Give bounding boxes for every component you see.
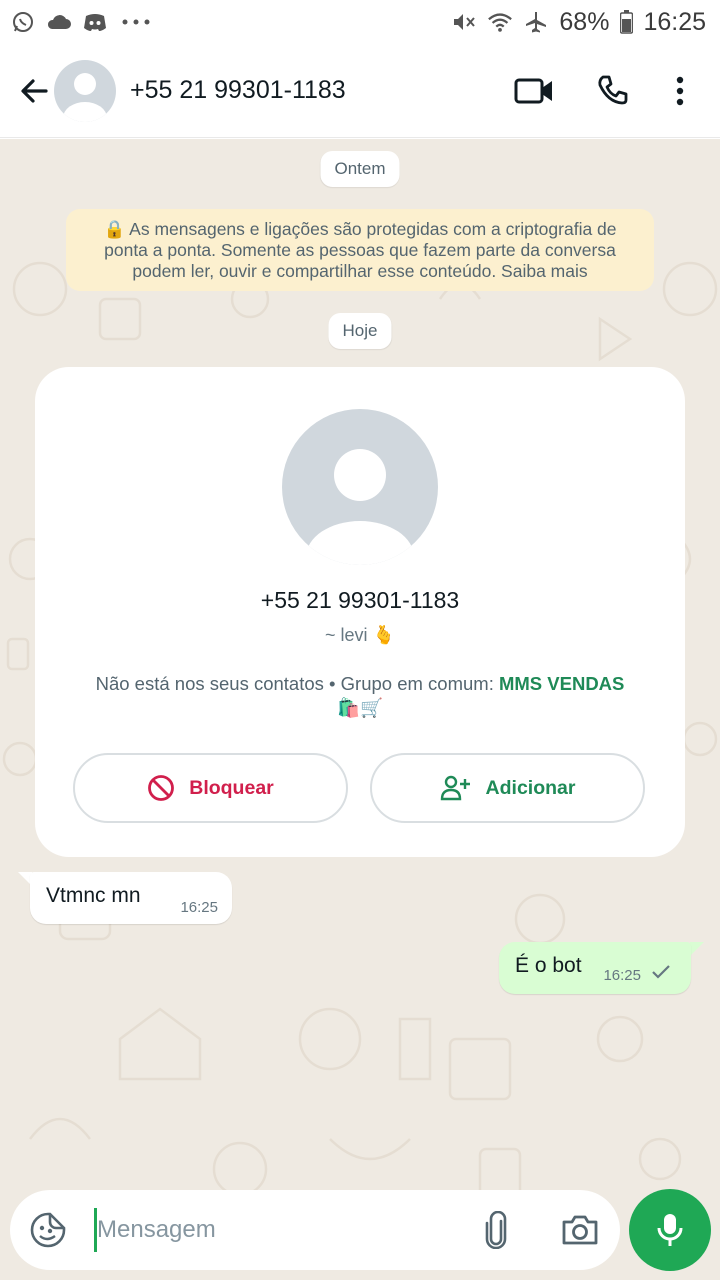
default-avatar-icon xyxy=(306,449,414,565)
chat-area[interactable]: Ontem 🔒 As mensagens e ligações são prot… xyxy=(0,139,720,1280)
discord-icon xyxy=(82,9,108,35)
chat-title[interactable]: +55 21 99301-1183 xyxy=(130,76,504,105)
message-time: 16:25 xyxy=(180,899,218,916)
status-time: 16:25 xyxy=(643,7,706,36)
block-button[interactable]: Bloquear xyxy=(73,753,348,823)
battery-icon xyxy=(619,9,633,35)
chat-header: +55 21 99301-1183 xyxy=(0,44,720,138)
message-text: Vtmnc mn xyxy=(46,884,141,907)
message-time: 16:25 xyxy=(603,967,641,984)
mute-icon xyxy=(451,9,477,35)
not-in-contacts-text: Não está nos seus contatos • Grupo em co… xyxy=(95,673,499,694)
status-bar: 68% 16:25 xyxy=(0,0,720,44)
camera-button[interactable] xyxy=(558,1208,602,1252)
whatsapp-icon xyxy=(10,9,36,35)
date-chip-today: Hoje xyxy=(328,313,392,349)
block-icon xyxy=(148,775,175,801)
voice-message-button[interactable] xyxy=(629,1189,711,1271)
more-options-button[interactable] xyxy=(660,61,700,121)
message-incoming[interactable]: Vtmnc mn 16:25 xyxy=(30,872,232,924)
contact-info-card: +55 21 99301-1183 ~ levi 🫰 Não está nos … xyxy=(35,367,685,857)
more-dots-icon xyxy=(118,9,154,35)
block-button-label: Bloquear xyxy=(189,776,274,799)
message-composer xyxy=(10,1190,620,1270)
back-arrow-icon xyxy=(21,78,48,103)
contact-avatar[interactable] xyxy=(54,59,116,122)
mic-icon xyxy=(657,1214,683,1246)
more-vert-icon xyxy=(676,76,684,105)
sent-check-icon xyxy=(651,962,671,986)
message-outgoing[interactable]: É o bot 16:25 xyxy=(499,942,691,994)
attach-icon xyxy=(485,1211,507,1249)
group-emojis: 🛍️🛒 xyxy=(336,697,384,718)
outgoing-bubble-tail xyxy=(690,942,704,956)
contact-info-text: Não está nos seus contatos • Grupo em co… xyxy=(75,672,645,720)
battery-percent: 68% xyxy=(559,7,610,36)
airplane-icon xyxy=(523,9,549,35)
sticker-icon xyxy=(30,1212,66,1248)
message-text: É o bot xyxy=(515,954,582,977)
contact-push-name: ~ levi 🫰 xyxy=(325,625,395,645)
back-button[interactable] xyxy=(8,65,60,117)
phone-icon xyxy=(598,75,628,104)
add-button-label: Adicionar xyxy=(485,776,576,799)
encryption-notice[interactable]: 🔒 As mensagens e ligações são protegidas… xyxy=(66,209,654,291)
contact-avatar-large[interactable] xyxy=(282,409,438,565)
cloud-icon xyxy=(46,9,72,35)
message-input[interactable] xyxy=(94,1208,454,1252)
video-call-button[interactable] xyxy=(504,61,564,121)
wifi-icon xyxy=(487,9,513,35)
date-chip-yesterday: Ontem xyxy=(320,151,400,187)
video-call-icon xyxy=(514,78,552,103)
common-group-link[interactable]: MMS VENDAS xyxy=(499,673,624,694)
sticker-button[interactable] xyxy=(28,1210,68,1250)
add-contact-button[interactable]: Adicionar xyxy=(370,753,645,823)
camera-icon xyxy=(562,1215,598,1245)
contact-phone: +55 21 99301-1183 xyxy=(260,587,460,613)
add-person-icon xyxy=(440,775,470,801)
attach-button[interactable] xyxy=(476,1210,516,1250)
status-right-icons: 68% 16:25 xyxy=(451,8,706,37)
default-avatar-icon xyxy=(63,72,107,122)
status-left-icons xyxy=(10,9,154,35)
voice-call-button[interactable] xyxy=(582,61,642,121)
